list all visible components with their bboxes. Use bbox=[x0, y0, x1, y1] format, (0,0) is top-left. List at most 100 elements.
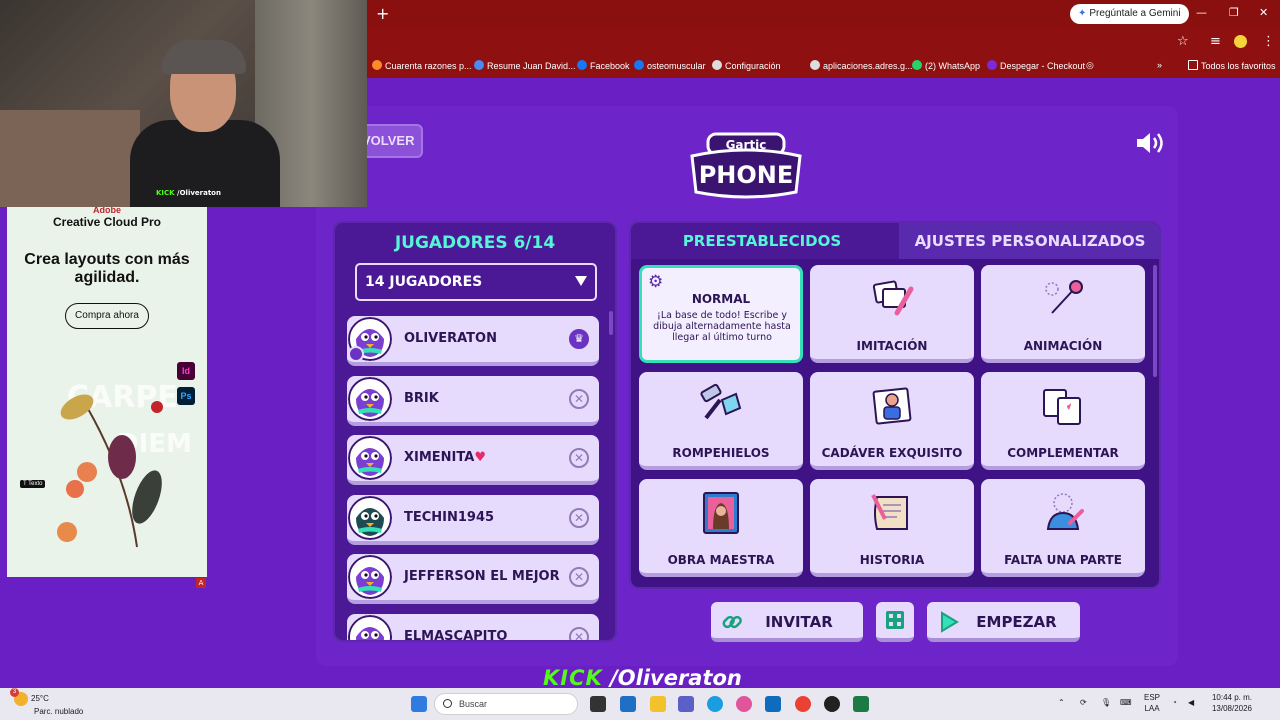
photoshop-badge: Ps bbox=[177, 387, 195, 405]
bookmark-item[interactable]: osteomuscular bbox=[634, 60, 706, 71]
mode-animation-card[interactable]: ANIMACIÓN bbox=[981, 265, 1145, 363]
copilot-icon[interactable] bbox=[736, 696, 752, 712]
mode-imitation-card[interactable]: IMITACIÓN bbox=[810, 265, 974, 363]
mode-masterpiece-card[interactable]: OBRA MAESTRA bbox=[639, 479, 803, 577]
bookmark-item[interactable]: (2) WhatsApp bbox=[912, 60, 980, 71]
mode-exquisite-corpse-card[interactable]: CADÁVER EXQUISITO bbox=[810, 372, 974, 470]
ad-product: Creative Cloud Pro bbox=[52, 215, 162, 229]
player-row[interactable]: JEFFERSON EL MEJOR ✕ bbox=[347, 554, 599, 604]
bookmark-item[interactable]: aplicaciones.adres.g... bbox=[810, 60, 913, 71]
player-row[interactable]: OLIVERATON ♛ bbox=[347, 316, 599, 366]
player-row[interactable]: BRIK ✕ bbox=[347, 375, 599, 426]
excel-icon[interactable] bbox=[853, 696, 869, 712]
mode-story-card[interactable]: HISTORIA bbox=[810, 479, 974, 577]
bookmark-label: Configuración bbox=[725, 61, 781, 71]
tray-sync-icon[interactable]: ⟳ bbox=[1080, 698, 1087, 707]
start-label: EMPEZAR bbox=[976, 613, 1057, 631]
player-name-text: BRIK bbox=[404, 390, 439, 406]
gear-icon[interactable]: ⚙ bbox=[648, 272, 663, 292]
obs-icon[interactable] bbox=[824, 696, 840, 712]
language-indicator[interactable]: ESP LAA bbox=[1144, 692, 1160, 714]
menu-kebab-icon[interactable]: ⋮ bbox=[1262, 34, 1275, 49]
kick-player-icon[interactable]: ✕ bbox=[569, 388, 589, 409]
taskbar: 3 25°C Parc. nublado Buscar ⌃ ⟳ 🎙 ⌨ ESP LA… bbox=[0, 688, 1280, 720]
players-scrollbar[interactable] bbox=[609, 311, 613, 335]
player-row[interactable]: ELMASCAPITO ✕ bbox=[347, 613, 599, 640]
bookmark-label: (2) WhatsApp bbox=[925, 61, 981, 71]
search-placeholder: Buscar bbox=[459, 699, 488, 709]
players-count-select[interactable]: 14 JUGADORES bbox=[355, 263, 597, 301]
store-icon[interactable] bbox=[620, 696, 636, 712]
more-bookmarks-icon[interactable]: » bbox=[1157, 60, 1162, 70]
kick-logo-text: KICK bbox=[543, 666, 603, 690]
kick-player-icon[interactable]: ✕ bbox=[569, 507, 589, 528]
tray-keyboard-icon[interactable]: ⌨ bbox=[1120, 698, 1132, 707]
bookmark-item[interactable]: Configuración bbox=[712, 60, 781, 71]
ad-cta-button[interactable]: Compra ahora bbox=[65, 303, 149, 329]
all-bookmarks[interactable]: Todos los favoritos bbox=[1188, 60, 1276, 71]
ad-choices-icon[interactable]: A bbox=[196, 578, 206, 588]
taskbar-search[interactable]: Buscar bbox=[434, 693, 578, 715]
bookmark-label: aplicaciones.adres.g... bbox=[823, 61, 913, 71]
star-icon[interactable]: ☆ bbox=[1177, 34, 1189, 49]
tray-mic-icon[interactable]: 🎙 bbox=[1101, 698, 1111, 707]
tab-custom-settings[interactable]: AJUSTES PERSONALIZADOS bbox=[899, 223, 1159, 259]
volume-icon[interactable]: ◀ bbox=[1188, 698, 1194, 707]
mode-label: ROMPEHIELOS bbox=[672, 446, 770, 460]
player-row[interactable]: XIMENITA♥ ✕ bbox=[347, 435, 599, 485]
profile-avatar-icon[interactable] bbox=[1234, 35, 1247, 48]
clock[interactable]: 10:44 p. m. 13/08/2026 bbox=[1208, 692, 1252, 714]
windows-start-icon[interactable] bbox=[411, 696, 427, 712]
maximize-icon[interactable]: ❐ bbox=[1229, 6, 1239, 19]
player-name-text: TECHIN1945 bbox=[404, 509, 495, 525]
modes-panel: PREESTABLECIDOS AJUSTES PERSONALIZADOS ⚙… bbox=[629, 221, 1161, 589]
kick-player-icon[interactable]: ✕ bbox=[569, 626, 589, 640]
mode-label: OBRA MAESTRA bbox=[667, 553, 775, 567]
modes-scrollbar[interactable] bbox=[1153, 265, 1157, 377]
close-window-icon[interactable]: ✕ bbox=[1259, 6, 1268, 19]
adobe-ad[interactable]: Adobe Creative Cloud Pro Crea layouts co… bbox=[7, 207, 207, 577]
player-row[interactable]: TECHIN1945 ✕ bbox=[347, 494, 599, 545]
weather-widget[interactable]: 3 25°C Parc. nublado bbox=[10, 688, 83, 717]
qr-code-button[interactable] bbox=[876, 602, 914, 642]
media-control-icon[interactable]: ≡ bbox=[1210, 34, 1221, 49]
bookmark-item[interactable]: Facebook bbox=[577, 60, 630, 71]
mode-icebreaker-icon bbox=[700, 383, 742, 420]
mode-label: HISTORIA bbox=[859, 553, 925, 567]
chrome-bookmark-icon[interactable]: ◎ bbox=[1086, 60, 1094, 71]
outlook-icon[interactable] bbox=[765, 696, 781, 712]
bookmark-item[interactable]: Resume Juan David... bbox=[474, 60, 576, 71]
mode-imitation-icon bbox=[872, 280, 914, 316]
mode-label: FALTA UNA PARTE bbox=[1004, 553, 1122, 567]
start-button[interactable]: EMPEZAR bbox=[927, 602, 1080, 642]
mode-normal-card[interactable]: ⚙ NORMAL ¡La base de todo! Escribe y dib… bbox=[639, 265, 803, 363]
tab-presets[interactable]: PREESTABLECIDOS bbox=[631, 223, 893, 259]
mode-label: IMITACIÓN bbox=[856, 339, 928, 353]
player-avatar-icon bbox=[348, 376, 392, 421]
kick-player-icon[interactable]: ✕ bbox=[569, 448, 589, 468]
wifi-icon[interactable]: ◔ bbox=[1172, 698, 1177, 707]
sound-toggle-icon[interactable] bbox=[1134, 130, 1164, 156]
tray-chevron-icon[interactable]: ⌃ bbox=[1058, 698, 1065, 707]
kick-player-icon[interactable]: ✕ bbox=[569, 567, 589, 587]
invite-label: INVITAR bbox=[765, 613, 833, 631]
teams-icon[interactable] bbox=[678, 696, 694, 712]
invite-button[interactable]: INVITAR bbox=[711, 602, 863, 642]
mode-complement-card[interactable]: COMPLEMENTAR bbox=[981, 372, 1145, 470]
bookmark-item[interactable]: Cuarenta razones p... bbox=[372, 60, 472, 71]
back-button[interactable]: VOLVER bbox=[360, 124, 423, 158]
bookmark-label: Facebook bbox=[590, 61, 630, 71]
chrome-icon[interactable] bbox=[795, 696, 811, 712]
bookmark-item[interactable]: Despegar - Checkout bbox=[987, 60, 1085, 71]
edge-icon[interactable] bbox=[707, 696, 723, 712]
new-tab-button[interactable]: + bbox=[376, 4, 389, 23]
gemini-button[interactable]: ✦ Pregúntale a Gemini bbox=[1070, 4, 1189, 24]
minimize-icon[interactable]: — bbox=[1196, 6, 1207, 19]
file-explorer-icon[interactable] bbox=[650, 696, 666, 712]
weather-temp: 25°C bbox=[31, 694, 49, 704]
task-view-icon[interactable] bbox=[590, 696, 606, 712]
mode-missing-piece-icon bbox=[1046, 493, 1084, 530]
mode-missing-piece-card[interactable]: FALTA UNA PARTE bbox=[981, 479, 1145, 577]
crown-icon[interactable]: ♛ bbox=[569, 329, 589, 349]
mode-icebreaker-card[interactable]: ROMPEHIELOS bbox=[639, 372, 803, 470]
